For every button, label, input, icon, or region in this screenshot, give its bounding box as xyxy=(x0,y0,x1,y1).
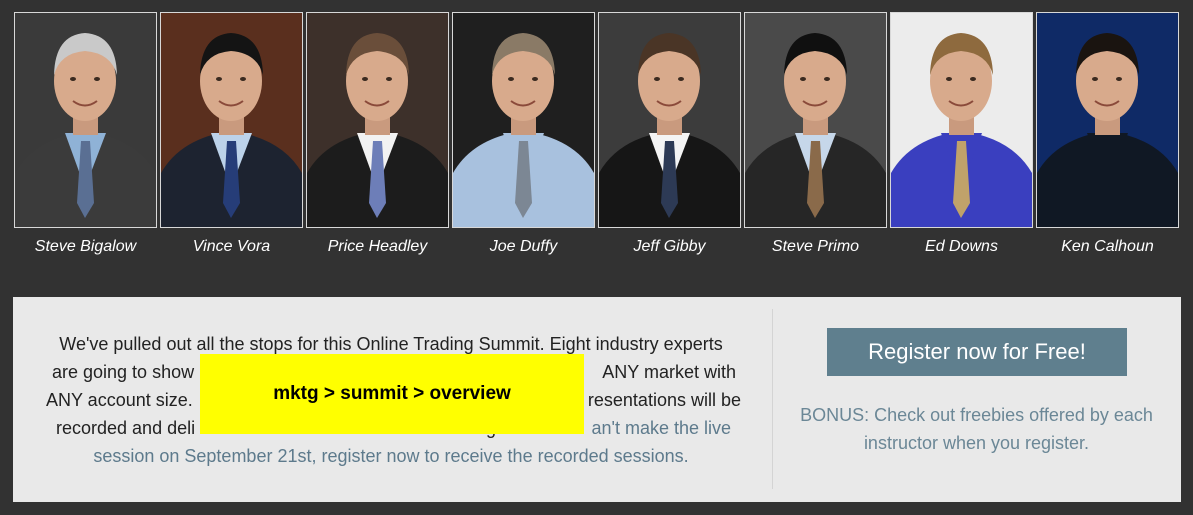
speaker-card: Joe Duffy xyxy=(452,12,595,256)
speaker-card: Price Headley xyxy=(306,12,449,256)
speaker-photo xyxy=(160,12,303,228)
speaker-card: Vince Vora xyxy=(160,12,303,256)
speaker-name: Ken Calhoun xyxy=(1061,238,1154,255)
speaker-photo xyxy=(1036,12,1179,228)
speaker-name: Jeff Gibby xyxy=(633,238,706,255)
speaker-card: Ken Calhoun xyxy=(1036,12,1179,256)
speaker-card: Steve Primo xyxy=(744,12,887,256)
speaker-name: Vince Vora xyxy=(192,238,271,255)
register-button[interactable]: Register now for Free! xyxy=(827,328,1127,376)
speaker-card: Ed Downs xyxy=(890,12,1033,256)
speaker-photo xyxy=(452,12,595,228)
panel-divider xyxy=(772,309,773,489)
speaker-photo xyxy=(890,12,1033,228)
breadcrumb-overlay: mktg > summit > overview xyxy=(200,354,584,434)
speaker-photo xyxy=(14,12,157,228)
bonus-text: BONUS: Check out freebies offered by eac… xyxy=(800,405,1153,453)
speaker-photo xyxy=(744,12,887,228)
speaker-photo xyxy=(306,12,449,228)
speaker-name: Joe Duffy xyxy=(489,238,558,255)
speaker-card: Steve Bigalow xyxy=(14,12,157,256)
breadcrumb: mktg > summit > overview xyxy=(273,383,511,404)
speaker-card: Jeff Gibby xyxy=(598,12,741,256)
speaker-gallery: Steve Bigalow Vince Vora Price Headley Joe … xyxy=(14,12,1179,256)
speaker-name: Price Headley xyxy=(327,238,428,255)
speaker-name: Steve Bigalow xyxy=(34,238,137,255)
speaker-name: Ed Downs xyxy=(925,238,998,255)
speaker-photo xyxy=(598,12,741,228)
intro-line-5: session on September 21st, register now … xyxy=(93,446,689,466)
summit-info-panel: We've pulled out all the stops for this … xyxy=(13,297,1181,502)
speaker-name: Steve Primo xyxy=(771,238,860,255)
